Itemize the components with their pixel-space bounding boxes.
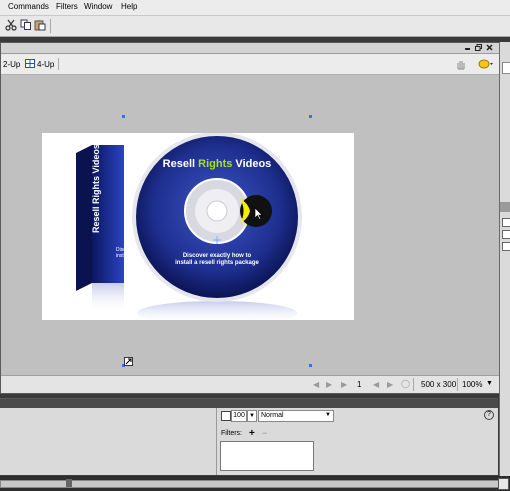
blend-mode-value: Normal: [261, 412, 284, 419]
opacity-dropdown-icon[interactable]: ▼: [247, 410, 257, 422]
first-frame-icon[interactable]: ◀: [313, 380, 319, 389]
copy-icon[interactable]: [20, 19, 32, 31]
panel-button-icon[interactable]: [502, 230, 510, 239]
menu-window[interactable]: Window: [84, 2, 112, 11]
selection-handle-top-right[interactable]: [309, 115, 312, 118]
view-4up-tab[interactable]: 4-Up: [37, 60, 54, 69]
panel-button-icon[interactable]: [502, 242, 510, 251]
opacity-icon: [221, 411, 231, 421]
loop-icon[interactable]: ◯: [401, 379, 410, 388]
box-spine-shape: [76, 145, 92, 291]
minimize-icon[interactable]: [464, 44, 471, 51]
menu-bar: Commands Filters Window Help: [0, 0, 510, 16]
zoom-level-display[interactable]: 100%: [462, 380, 482, 389]
zoom-dropdown-icon[interactable]: ▼: [486, 380, 493, 387]
scrollbar-end-button[interactable]: [498, 478, 509, 490]
document-window: 2-Up 4-Up Resell Rights Videos Discov in…: [0, 42, 500, 394]
disc-title-text: Resell Rights Videos: [163, 158, 272, 170]
box-reflection-shape: [92, 283, 124, 313]
panel-grip-icon[interactable]: [500, 202, 510, 212]
next-frame-icon[interactable]: ▶: [387, 380, 393, 389]
disc-center-hole-shape: [206, 200, 228, 222]
current-frame-number: 1: [357, 380, 362, 389]
remove-filter-button[interactable]: −: [262, 428, 267, 438]
last-frame-icon[interactable]: ▶: [341, 380, 347, 389]
filters-label: Filters:: [221, 430, 242, 437]
add-filter-button[interactable]: +: [249, 428, 255, 439]
properties-panel-header: [0, 399, 498, 408]
opacity-input[interactable]: 100: [231, 410, 247, 422]
cut-icon[interactable]: [5, 19, 17, 31]
box-caption-line2: insta: [116, 253, 127, 259]
canvas-size-display[interactable]: 500 x 300: [421, 380, 456, 389]
main-toolbar: [0, 16, 510, 37]
paste-icon[interactable]: [34, 19, 46, 31]
menu-filters[interactable]: Filters: [56, 2, 78, 11]
document-status-bar: ◀ ▶ ▶ 1 ◀ ▶ ◯ 500 x 300 100% ▼: [1, 375, 499, 393]
horizontal-scrollbar[interactable]: [0, 480, 500, 488]
panel-button-icon[interactable]: [502, 218, 510, 227]
artwork-graphic: Resell Rights Videos Discov insta Resell…: [76, 133, 302, 320]
selection-handle-bottom-right[interactable]: [309, 364, 312, 367]
disc-caption-line2: install a resell rights package: [175, 260, 259, 266]
panel-tab-icon[interactable]: [502, 62, 510, 74]
restore-icon[interactable]: [475, 44, 482, 51]
document-titlebar: [1, 43, 499, 54]
preview-options-icon[interactable]: [478, 58, 494, 70]
transform-handle-icon[interactable]: [124, 357, 133, 366]
help-icon[interactable]: ?: [484, 410, 494, 420]
scrollbar-thumb[interactable]: [66, 479, 72, 487]
disc-caption-line1: Discover exactly how to: [183, 253, 252, 259]
close-icon[interactable]: [486, 44, 493, 51]
artwork-image[interactable]: Resell Rights Videos Discov insta Resell…: [42, 133, 354, 320]
document-canvas[interactable]: Resell Rights Videos Discov insta Resell…: [1, 75, 499, 375]
hand-tool-icon[interactable]: [455, 58, 467, 70]
menu-help[interactable]: Help: [121, 2, 137, 11]
panel-divider: [216, 408, 217, 475]
blend-mode-dropdown-icon: ▼: [325, 412, 331, 418]
selection-handle-top-left[interactable]: [122, 115, 125, 118]
previous-frame-icon[interactable]: ◀: [373, 380, 379, 389]
box-title-text: Resell Rights Videos: [91, 144, 101, 233]
right-panel-strip: [499, 42, 510, 491]
properties-panel: ? 100 ▼ Normal ▼ Filters: + −: [0, 398, 498, 475]
disc-reflection-shape: [137, 301, 297, 320]
play-icon[interactable]: ▶: [326, 380, 332, 389]
document-view-bar: 2-Up 4-Up: [1, 54, 499, 75]
view-2up-tab[interactable]: 2-Up: [3, 60, 20, 69]
bottom-scroll-bar: [0, 476, 510, 491]
blend-mode-select[interactable]: Normal ▼: [258, 410, 334, 422]
menu-commands[interactable]: Commands: [8, 2, 49, 11]
filters-list[interactable]: [220, 441, 314, 471]
four-up-grid-icon: [25, 59, 35, 68]
